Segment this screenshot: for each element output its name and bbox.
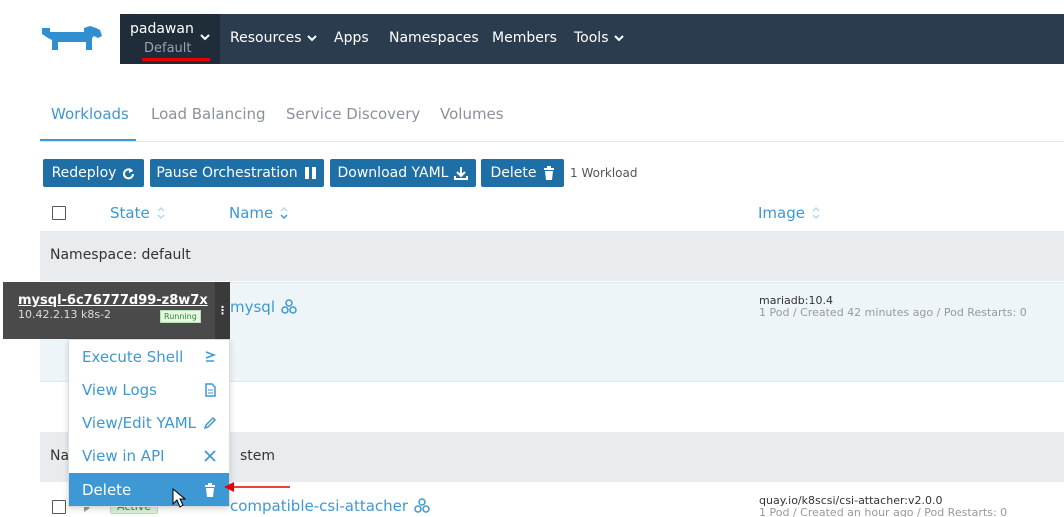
menu-item-view-logs[interactable]: View Logs xyxy=(69,373,229,406)
nav-apps-label: Apps xyxy=(334,30,369,46)
nav-tools-label: Tools xyxy=(574,30,609,46)
tab-service-discovery[interactable]: Service Discovery xyxy=(286,105,420,123)
column-header-image[interactable]: Image xyxy=(758,204,821,222)
menu-item-execute-shell[interactable]: Execute Shell xyxy=(69,340,229,373)
nav-tools[interactable]: Tools xyxy=(574,30,625,46)
nav-members-label: Members xyxy=(492,30,557,46)
tab-volumes[interactable]: Volumes xyxy=(440,105,504,123)
namespace-label-suffix: stem xyxy=(240,448,276,464)
mouse-cursor-icon xyxy=(172,488,186,508)
nav-resources[interactable]: Resources xyxy=(230,30,318,46)
cluster-name: padawan xyxy=(130,21,194,37)
workload-count: 1 Workload xyxy=(570,166,638,180)
nav-namespaces-label: Namespaces xyxy=(389,30,479,46)
pod-info: 10.42.2.13 k8s-2 xyxy=(18,308,112,321)
menu-item-label: View in API xyxy=(82,446,165,465)
workload-type-icon xyxy=(281,299,297,314)
chevron-down-icon xyxy=(613,35,624,42)
delete-button[interactable]: Delete xyxy=(481,159,564,187)
delete-label: Delete xyxy=(490,165,537,181)
file-icon xyxy=(205,382,216,397)
column-name-label: Name xyxy=(229,204,274,222)
nav-namespaces[interactable]: Namespaces xyxy=(389,30,479,46)
pause-orchestration-button[interactable]: Pause Orchestration xyxy=(150,159,324,187)
download-label: Download YAML xyxy=(337,165,449,181)
pod-status-badge: Running xyxy=(160,310,201,323)
download-icon xyxy=(454,167,469,180)
workload-type-icon xyxy=(414,498,430,513)
sort-icon xyxy=(280,206,288,220)
menu-item-view-in-api[interactable]: View in API xyxy=(69,439,229,472)
menu-item-label: View Logs xyxy=(82,380,157,399)
terminal-icon xyxy=(205,350,217,362)
tab-load-balancing[interactable]: Load Balancing xyxy=(151,105,266,123)
cluster-project-switcher[interactable]: padawan Default xyxy=(120,14,220,64)
namespace-label: Namespace: default xyxy=(50,247,191,263)
sort-icon xyxy=(812,206,820,220)
tab-divider xyxy=(40,141,1064,142)
menu-item-label: View/Edit YAML xyxy=(82,413,197,432)
workload-link-csi-attacher[interactable]: compatible-csi-attacher xyxy=(230,497,430,515)
namespace-group-header: Namespace: default xyxy=(40,231,1064,281)
pencil-icon xyxy=(203,416,217,429)
workload-meta: 1 Pod / Created 42 minutes ago / Pod Res… xyxy=(759,306,1027,319)
tab-workloads[interactable]: Workloads xyxy=(51,105,129,123)
select-all-checkbox[interactable] xyxy=(52,206,66,220)
pod-actions-button[interactable]: ⋮ xyxy=(215,282,230,339)
menu-item-view-edit-yaml[interactable]: View/Edit YAML xyxy=(69,406,229,439)
row-checkbox[interactable] xyxy=(52,500,66,514)
annotation-underline xyxy=(142,58,210,61)
workload-name: mysql xyxy=(230,298,275,316)
download-yaml-button[interactable]: Download YAML xyxy=(330,159,476,187)
pause-icon xyxy=(304,167,316,179)
tools-icon xyxy=(204,449,216,462)
pod-actions-menu: Execute Shell View Logs View/Edit YAML V… xyxy=(68,339,230,507)
menu-item-label: Delete xyxy=(82,480,132,499)
rancher-logo-icon[interactable] xyxy=(40,24,106,54)
workload-name: compatible-csi-attacher xyxy=(230,497,409,515)
namespace-label-visible: Na xyxy=(50,448,70,464)
column-state-label: State xyxy=(110,204,150,222)
chevron-down-icon xyxy=(306,35,317,42)
column-image-label: Image xyxy=(758,204,805,222)
redeploy-label: Redeploy xyxy=(51,165,117,181)
nav-apps[interactable]: Apps xyxy=(334,30,369,46)
menu-item-delete[interactable]: Delete xyxy=(69,473,229,506)
nav-members[interactable]: Members xyxy=(492,30,557,46)
nav-resources-label: Resources xyxy=(230,30,302,46)
pod-tooltip: mysql-6c76777d99-z8w7x 10.42.2.13 k8s-2 … xyxy=(3,282,230,339)
column-header-state[interactable]: State xyxy=(110,204,166,222)
menu-item-label: Execute Shell xyxy=(82,347,184,366)
workload-link-mysql[interactable]: mysql xyxy=(230,298,297,316)
trash-icon xyxy=(543,166,554,180)
annotation-arrow-icon xyxy=(224,482,290,492)
pod-name-link[interactable]: mysql-6c76777d99-z8w7x xyxy=(18,293,208,308)
sort-icon xyxy=(157,206,165,220)
pause-label: Pause Orchestration xyxy=(156,165,298,181)
workload-meta: 1 Pod / Created an hour ago / Pod Restar… xyxy=(759,506,1008,517)
chevron-down-icon xyxy=(200,34,210,41)
redeploy-button[interactable]: Redeploy xyxy=(43,159,144,187)
project-name: Default xyxy=(144,41,192,56)
trash-icon xyxy=(205,482,215,497)
column-header-name[interactable]: Name xyxy=(229,204,289,222)
redeploy-icon xyxy=(123,167,135,179)
